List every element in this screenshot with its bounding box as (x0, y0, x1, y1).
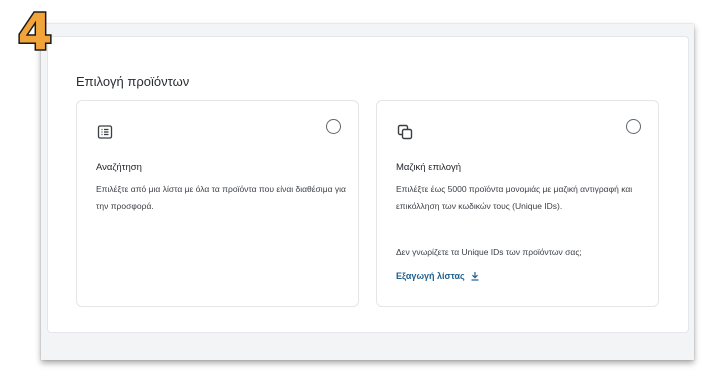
search-option-title: Αναζήτηση (96, 162, 142, 173)
app-window: Επιλογή προϊόντων Αναζήτηση Επιλέξτε από… (41, 24, 694, 360)
export-list-link[interactable]: Εξαγωγή λίστας (396, 271, 480, 281)
product-selection-panel: Επιλογή προϊόντων Αναζήτηση Επιλέξτε από… (47, 36, 689, 333)
unique-ids-note: Δεν γνωρίζετε τα Unique IDs των προϊόντω… (396, 247, 582, 257)
panel-title: Επιλογή προϊόντων (76, 74, 190, 89)
search-option-radio[interactable] (326, 119, 341, 134)
bulk-option-radio[interactable] (626, 119, 641, 134)
svg-text:4: 4 (18, 3, 53, 56)
search-option-description: Επιλέξτε από μια λίστα με όλα τα προϊόντ… (96, 184, 346, 211)
search-option-card[interactable]: Αναζήτηση Επιλέξτε από μια λίστα με όλα … (76, 100, 359, 307)
export-list-label: Εξαγωγή λίστας (396, 271, 465, 281)
bulk-option-description: Επιλέξτε έως 5000 προϊόντα μονομιάς με μ… (396, 184, 633, 211)
step-number-badge: 4 (16, 2, 54, 56)
bulk-option-title: Μαζική επιλογή (396, 162, 462, 173)
download-icon (471, 272, 479, 281)
copy-icon (397, 124, 413, 140)
list-icon (97, 125, 113, 139)
bulk-option-card[interactable]: Μαζική επιλογή Επιλέξτε έως 5000 προϊόντ… (376, 100, 659, 307)
